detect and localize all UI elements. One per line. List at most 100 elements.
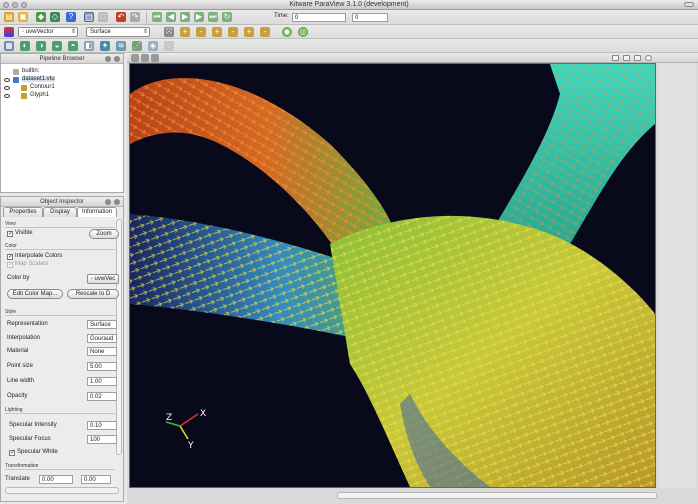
view-minus-z-icon[interactable]: - xyxy=(260,27,270,37)
capture-icon[interactable] xyxy=(141,54,149,62)
glyph-icon[interactable]: ✦ xyxy=(100,41,110,51)
clip-icon[interactable]: ◑ xyxy=(36,41,46,51)
object-inspector-header: Object Inspector xyxy=(1,197,123,207)
open-folder-icon[interactable]: ▣ xyxy=(18,12,28,22)
slice-icon[interactable]: ◒ xyxy=(52,41,62,51)
specular-focus-input[interactable]: 100 xyxy=(87,435,117,444)
view-horizontal-scrollbar[interactable] xyxy=(337,492,657,499)
last-frame-icon[interactable]: ⏭ xyxy=(208,12,218,22)
load-state-icon[interactable]: ◇ xyxy=(50,12,60,22)
warp-icon[interactable]: ⋰ xyxy=(132,41,142,51)
specular-white-checkbox[interactable]: ✓ xyxy=(9,450,15,456)
time-value-field[interactable]: 0 xyxy=(292,13,346,22)
pipeline-item-dataset[interactable]: dataset1.vtu xyxy=(22,76,55,82)
view-minus-x-icon[interactable]: - xyxy=(196,27,206,37)
open-file-icon[interactable]: ▤ xyxy=(4,12,14,22)
first-frame-icon[interactable]: ⏮ xyxy=(152,12,162,22)
reset-camera-icon[interactable]: ⤧ xyxy=(164,27,174,37)
representation-select-value: Surface xyxy=(90,29,111,35)
extract-subset-icon[interactable]: ◧ xyxy=(84,41,94,51)
visible-checkbox[interactable]: ✓ xyxy=(7,231,13,237)
undock-icon[interactable] xyxy=(105,199,111,205)
play-icon[interactable]: ▶ xyxy=(180,12,190,22)
view-plus-y-icon[interactable]: + xyxy=(212,27,222,37)
array-select-value: uvwVector xyxy=(25,29,54,35)
axis-z-label: Z xyxy=(166,413,172,423)
undock-icon[interactable] xyxy=(105,56,111,62)
line-width-input[interactable]: 1.00 xyxy=(87,377,117,386)
tab-display[interactable]: Display xyxy=(43,207,77,217)
eye-icon[interactable] xyxy=(4,78,10,82)
pipeline-item-glyph[interactable]: Glyph1 xyxy=(30,92,49,98)
split-vertical-icon[interactable] xyxy=(623,55,630,61)
rescale-button[interactable]: Rescale to D xyxy=(67,289,119,299)
previous-frame-icon[interactable]: ◀ xyxy=(166,12,176,22)
representation-label: Representation xyxy=(7,321,48,327)
select-icon[interactable]: ▢ xyxy=(84,12,94,22)
eye-icon[interactable] xyxy=(4,86,10,90)
display-toolbar: ◦ uvwVector ⇕ Surface ⇕ ⤧ + - + - + - ◉ ◎ xyxy=(0,25,698,39)
center-axes-icon[interactable]: ◉ xyxy=(282,27,292,37)
view-toolbar xyxy=(127,53,698,63)
extract-level-icon[interactable]: ◌ xyxy=(164,41,174,51)
translate-y-input[interactable]: 0.00 xyxy=(81,475,111,484)
representation-select[interactable]: Surface ⇕ xyxy=(86,27,150,37)
threshold-icon[interactable]: ◓ xyxy=(68,41,78,51)
color-map-icon[interactable] xyxy=(4,27,14,37)
material-select[interactable]: None xyxy=(87,347,117,356)
opacity-label: Opacity xyxy=(7,393,28,399)
interpolation-select[interactable]: Gouraud xyxy=(87,334,117,343)
view-plus-x-icon[interactable]: + xyxy=(180,27,190,37)
redo-icon[interactable]: ↷ xyxy=(130,12,140,22)
view-minus-y-icon[interactable]: - xyxy=(228,27,238,37)
opacity-input[interactable]: 0.02 xyxy=(87,392,117,401)
eye-icon[interactable] xyxy=(4,94,10,98)
zoom-box-icon[interactable]: □ xyxy=(98,12,108,22)
maximize-view-icon[interactable] xyxy=(634,55,641,61)
next-frame-icon[interactable]: ▶ xyxy=(194,12,204,22)
loop-icon[interactable]: ↻ xyxy=(222,12,232,22)
toolbar-toggle-button[interactable] xyxy=(684,2,694,7)
color-by-label: Color by xyxy=(7,275,30,281)
zoom-button[interactable]: Zoom xyxy=(89,229,119,239)
tab-information[interactable]: Information xyxy=(77,207,117,217)
representation-select[interactable]: Surface xyxy=(87,320,117,329)
point-size-input[interactable]: 5.00 xyxy=(87,362,117,371)
array-select[interactable]: ◦ uvwVector ⇕ xyxy=(18,27,78,37)
inspector-horizontal-scrollbar[interactable] xyxy=(5,487,119,494)
split-horizontal-icon[interactable] xyxy=(612,55,619,61)
time-label: Time: xyxy=(274,13,289,19)
color-by-value: uvwVec xyxy=(94,276,116,282)
specular-intensity-input[interactable]: 0.10 xyxy=(87,421,117,430)
help-icon[interactable]: ? xyxy=(66,12,76,22)
close-panel-icon[interactable] xyxy=(114,56,120,62)
render-view[interactable]: X Y Z xyxy=(129,63,656,488)
camera-icon[interactable] xyxy=(131,54,139,62)
save-state-icon[interactable]: ◆ xyxy=(36,12,46,22)
contour-icon[interactable]: ◐ xyxy=(20,41,30,51)
group-divider xyxy=(5,315,115,316)
group-datasets-icon[interactable]: ◈ xyxy=(148,41,158,51)
view-plus-z-icon[interactable]: + xyxy=(244,27,254,37)
time-step-spinner[interactable]: 0 xyxy=(352,13,388,22)
vessel-visualization: X Y Z xyxy=(130,64,655,487)
view-right-margin xyxy=(658,63,696,488)
pick-center-icon[interactable]: ◎ xyxy=(298,27,308,37)
group-divider xyxy=(5,249,115,250)
stream-tracer-icon[interactable]: ≋ xyxy=(116,41,126,51)
map-scalars-checkbox[interactable]: ✓ xyxy=(7,262,13,268)
close-view-icon[interactable] xyxy=(645,55,652,61)
close-panel-icon[interactable] xyxy=(114,199,120,205)
filters-toolbar: ▦ ◐ ◑ ◒ ◓ ◧ ✦ ≋ ⋰ ◈ ◌ xyxy=(0,39,698,53)
translate-x-input[interactable]: 0.00 xyxy=(39,475,73,484)
pipeline-item-contour[interactable]: Contour1 xyxy=(30,84,55,90)
interpolate-colors-checkbox[interactable]: ✓ xyxy=(7,254,13,260)
tab-properties[interactable]: Properties xyxy=(3,207,43,217)
undo-icon[interactable]: ↶ xyxy=(116,12,126,22)
edit-color-map-button[interactable]: Edit Color Map... xyxy=(7,289,63,299)
view-settings-icon[interactable] xyxy=(151,54,159,62)
color-by-select[interactable]: ◦ uvwVec xyxy=(87,274,119,284)
object-inspector: Object Inspector Properties Display Info… xyxy=(0,196,124,502)
pipeline-item-builtin[interactable]: builtin: xyxy=(22,68,39,74)
calculator-icon[interactable]: ▦ xyxy=(4,41,14,51)
